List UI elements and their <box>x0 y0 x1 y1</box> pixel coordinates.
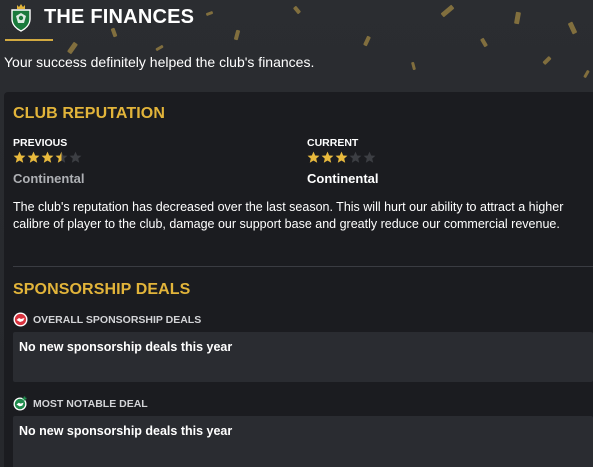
star-empty-icon <box>69 151 82 163</box>
most-notable-deal-label-text: MOST NOTABLE DEAL <box>33 397 148 410</box>
star-filled-icon <box>13 151 26 163</box>
overall-sponsorship-text: No new sponsorship deals this year <box>19 340 233 354</box>
star-filled-icon <box>335 151 348 163</box>
finances-panel: CLUB REPUTATION PREVIOUS Continental CUR… <box>4 92 593 467</box>
previous-star-rating <box>13 151 82 165</box>
page-title: THE FINANCES <box>44 6 195 28</box>
page-subtitle: Your success definitely helped the club'… <box>4 54 315 70</box>
current-label: CURRENT <box>307 137 359 149</box>
current-star-rating <box>307 151 376 165</box>
star-filled-icon <box>307 151 320 163</box>
current-reputation-value: Continental <box>307 171 379 186</box>
star-filled-icon <box>27 151 40 163</box>
handshake-plus-icon <box>13 396 28 411</box>
previous-reputation-value: Continental <box>13 171 85 186</box>
club-crest-icon <box>8 4 34 32</box>
previous-label: PREVIOUS <box>13 137 68 149</box>
most-notable-deal-box: No new sponsorship deals this year <box>13 416 593 467</box>
title-underline <box>5 39 53 41</box>
star-filled-icon <box>321 151 334 163</box>
overall-sponsorship-box: No new sponsorship deals this year <box>13 332 593 382</box>
handshake-icon <box>13 312 28 327</box>
reputation-description: The club's reputation has decreased over… <box>13 200 564 231</box>
star-filled-icon <box>41 151 54 163</box>
overall-sponsorship-label-text: OVERALL SPONSORSHIP DEALS <box>33 313 202 326</box>
club-reputation-title: CLUB REPUTATION <box>13 105 166 122</box>
overall-sponsorship-label: OVERALL SPONSORSHIP DEALS <box>13 312 201 327</box>
star-half-icon <box>55 151 68 163</box>
star-empty-icon <box>349 151 362 163</box>
sponsorship-deals-title: SPONSORSHIP DEALS <box>13 281 191 298</box>
page-header: THE FINANCES Your success definitely hel… <box>0 0 593 80</box>
most-notable-deal-text: No new sponsorship deals this year <box>19 424 233 438</box>
most-notable-deal-label: MOST NOTABLE DEAL <box>13 396 148 411</box>
star-empty-icon <box>363 151 376 163</box>
section-divider <box>13 266 593 267</box>
